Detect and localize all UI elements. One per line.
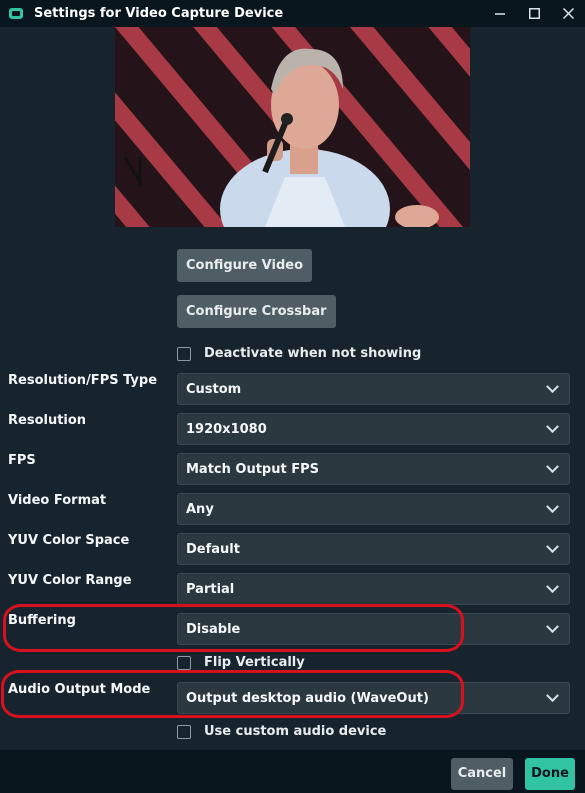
flip-checkbox-row[interactable]: Flip Vertically [177, 655, 305, 670]
fps-label: FPS [8, 453, 36, 468]
window-controls [483, 0, 585, 27]
custom-audio-checkbox-row[interactable]: Use custom audio device [177, 724, 386, 739]
video-format-label: Video Format [8, 493, 107, 508]
video-format-value: Any [186, 501, 214, 517]
resolution-fps-type-label: Resolution/FPS Type [8, 373, 158, 388]
settings-panel[interactable]: Configure Video Configure Crossbar Deact… [0, 27, 585, 750]
audio-output-mode-value: Output desktop audio (WaveOut) [186, 690, 429, 706]
yuv-color-range-value: Partial [186, 581, 235, 597]
flip-checkbox[interactable] [177, 655, 191, 670]
yuv-color-range-select[interactable]: Partial [177, 573, 570, 605]
resolution-value: 1920x1080 [186, 421, 267, 437]
custom-audio-checkbox[interactable] [177, 724, 191, 739]
deactivate-label: Deactivate when not showing [204, 346, 422, 361]
configure-crossbar-button[interactable]: Configure Crossbar [177, 295, 336, 328]
chevron-down-icon [546, 688, 559, 702]
fps-value: Match Output FPS [186, 461, 320, 477]
custom-audio-label: Use custom audio device [204, 724, 387, 739]
resolution-select[interactable]: 1920x1080 [177, 413, 570, 445]
title-bar: Settings for Video Capture Device [0, 0, 585, 27]
window-title: Settings for Video Capture Device [34, 6, 284, 21]
yuv-color-space-label: YUV Color Space [8, 533, 130, 548]
chevron-down-icon [546, 459, 559, 473]
chevron-down-icon [546, 419, 559, 433]
done-button[interactable]: Done [525, 758, 575, 790]
audio-output-mode-select[interactable]: Output desktop audio (WaveOut) [177, 682, 570, 714]
resolution-fps-type-select[interactable]: Custom [177, 373, 570, 405]
video-preview [115, 27, 470, 227]
yuv-color-space-select[interactable]: Default [177, 533, 570, 565]
chevron-down-icon [546, 579, 559, 593]
minimize-icon[interactable] [483, 0, 517, 27]
flip-label: Flip Vertically [204, 655, 305, 670]
resolution-label: Resolution [8, 413, 87, 428]
buffering-select[interactable]: Disable [177, 613, 570, 645]
deactivate-checkbox[interactable] [177, 346, 191, 361]
configure-video-button[interactable]: Configure Video [177, 249, 313, 282]
video-format-select[interactable]: Any [177, 493, 570, 525]
deactivate-checkbox-row[interactable]: Deactivate when not showing [177, 346, 421, 361]
resolution-fps-type-value: Custom [186, 381, 242, 397]
maximize-icon[interactable] [517, 0, 551, 27]
chevron-down-icon [546, 379, 559, 393]
chevron-down-icon [546, 499, 559, 513]
yuv-color-range-label: YUV Color Range [8, 573, 132, 588]
chevron-down-icon [546, 539, 559, 553]
buffering-value: Disable [186, 621, 241, 637]
dialog-footer: Cancel Done [0, 750, 585, 793]
close-icon[interactable] [551, 0, 585, 27]
audio-output-mode-label: Audio Output Mode [8, 682, 151, 697]
cancel-button[interactable]: Cancel [451, 758, 513, 790]
yuv-color-space-value: Default [186, 541, 240, 557]
fps-select[interactable]: Match Output FPS [177, 453, 570, 485]
chevron-down-icon [546, 619, 559, 633]
app-icon [9, 8, 23, 19]
buffering-label: Buffering [8, 613, 76, 628]
